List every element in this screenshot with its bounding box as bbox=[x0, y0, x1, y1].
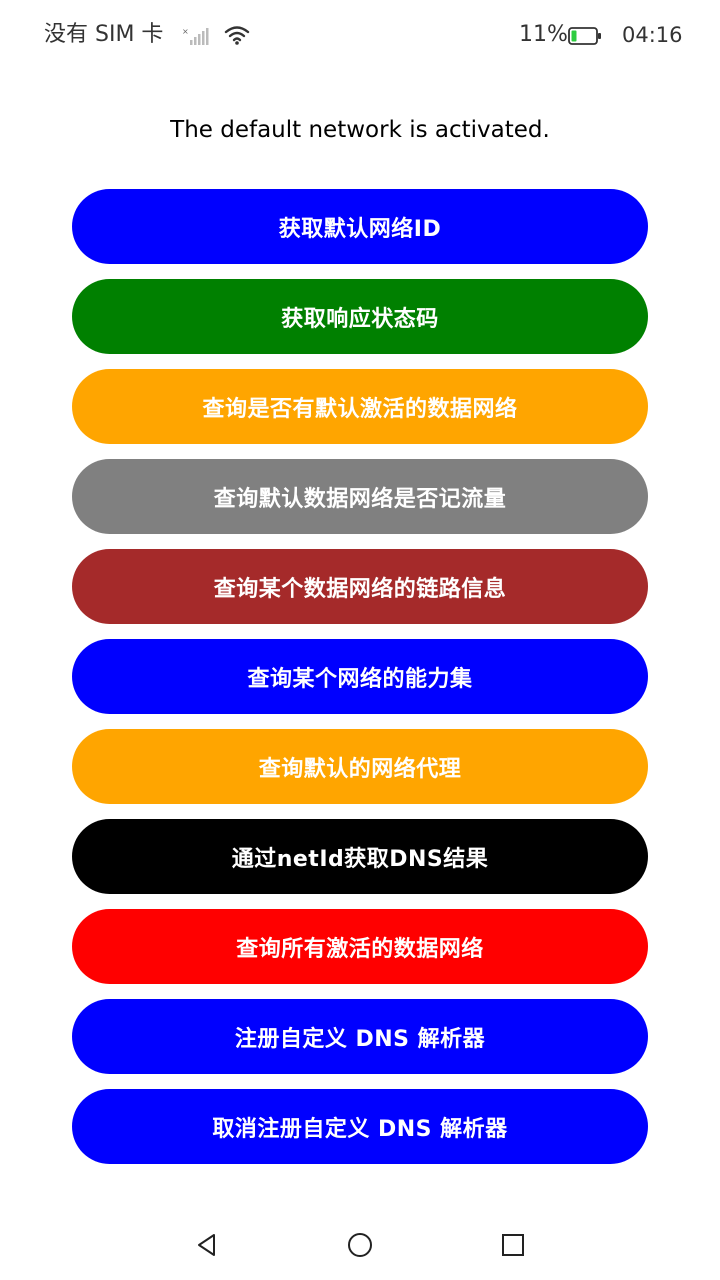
get-net-capabilities-button[interactable]: 查询某个网络的能力集 bbox=[72, 639, 648, 714]
network-status-message: The default network is activated. bbox=[170, 117, 550, 143]
get-all-networks-button[interactable]: 查询所有激活的数据网络 bbox=[72, 909, 648, 984]
unregister-custom-dns-button[interactable]: 取消注册自定义 DNS 解析器 bbox=[72, 1089, 648, 1164]
get-default-network-id-button[interactable]: 获取默认网络ID bbox=[72, 189, 648, 264]
svg-text:×: × bbox=[182, 27, 189, 36]
navigation-bar bbox=[0, 1208, 720, 1280]
check-has-default-network-button[interactable]: 查询是否有默认激活的数据网络 bbox=[72, 369, 648, 444]
battery-icon bbox=[568, 27, 601, 45]
get-default-http-proxy-button[interactable]: 查询默认的网络代理 bbox=[72, 729, 648, 804]
signal-icon: × bbox=[182, 27, 209, 45]
get-dns-by-netid-button[interactable]: 通过netId获取DNS结果 bbox=[72, 819, 648, 894]
home-circle-icon[interactable] bbox=[347, 1232, 373, 1258]
wifi-icon bbox=[224, 26, 250, 45]
action-button-list: 获取默认网络ID 获取响应状态码 查询是否有默认激活的数据网络 查询默认数据网络… bbox=[72, 189, 648, 1179]
carrier-label: 没有 SIM 卡 bbox=[44, 22, 164, 47]
get-response-status-code-button[interactable]: 获取响应状态码 bbox=[72, 279, 648, 354]
clock: 04:16 bbox=[622, 23, 683, 47]
recents-square-icon[interactable] bbox=[500, 1232, 526, 1258]
register-custom-dns-button[interactable]: 注册自定义 DNS 解析器 bbox=[72, 999, 648, 1074]
back-triangle-icon[interactable] bbox=[194, 1232, 220, 1258]
check-default-network-metered-button[interactable]: 查询默认数据网络是否记流量 bbox=[72, 459, 648, 534]
battery-percent: 11% bbox=[519, 22, 568, 47]
get-connection-properties-button[interactable]: 查询某个数据网络的链路信息 bbox=[72, 549, 648, 624]
status-bar: 没有 SIM 卡 × 11% 04:16 bbox=[0, 0, 720, 72]
